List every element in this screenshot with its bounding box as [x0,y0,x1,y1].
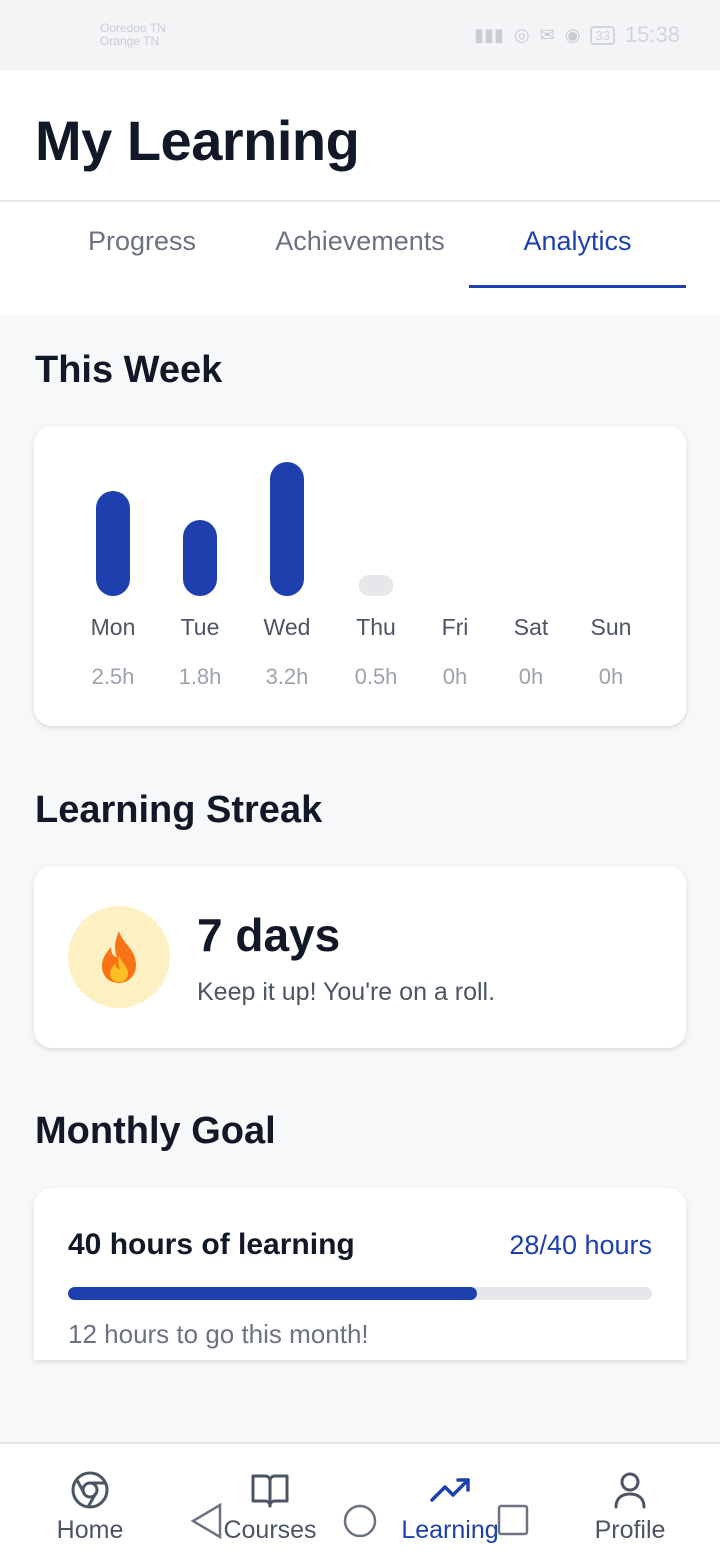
system-icons: ▮▮▮ ◎ ✉ ◉ 33 15:38 [474,22,680,48]
trending-up-icon [430,1478,470,1502]
day-label: Mon [90,614,136,640]
hours-label: 0h [518,664,544,689]
day-label: Sun [590,614,632,640]
page-title: My Learning [35,109,360,172]
carrier-info: Ooredoo TN Orange TN [100,22,190,48]
streak-message: Keep it up! You're on a roll. [197,978,496,1006]
carrier-2: Orange TN [100,34,160,48]
eye-icon: ◉ [564,24,581,45]
goal-progress-track [68,1287,652,1300]
day-label: Tue [180,614,220,640]
streak-title: Learning Streak [35,789,323,831]
nav-learning-label: Learning [401,1516,499,1544]
wifi-icon: ◎ [513,24,530,45]
bar-column-thu: Thu 0.5h [336,426,416,726]
bar-column-sun: Sun 0h [571,426,651,726]
bottom-nav: Home Courses Learning Profile [0,1442,720,1560]
book-icon [251,1474,289,1508]
flame-icon [102,931,136,983]
user-icon [614,1472,646,1509]
mail-icon: ✉ [539,24,555,45]
home-circle-icon[interactable] [342,1503,378,1539]
status-bar: Ooredoo TN Orange TN ▮▮▮ ◎ ✉ ◉ 33 15:38 [0,0,720,70]
nav-courses[interactable]: Courses [180,1444,360,1560]
day-label: Fri [441,614,469,640]
tab-analytics[interactable]: Analytics [469,226,686,288]
bar-column-tue: Tue 1.8h [160,426,240,726]
hours-label: 0h [442,664,468,689]
bar-thu [359,575,393,596]
monthly-goal-card: 40 hours of learning 28/40 hours 12 hour… [34,1188,686,1360]
hours-label: 0.5h [354,664,398,689]
nav-profile-label: Profile [594,1516,666,1544]
tab-progress[interactable]: Progress [34,226,250,288]
nav-home[interactable]: Home [0,1444,180,1560]
app-header: My Learning [0,70,720,202]
tab-achievements[interactable]: Achievements [252,226,468,288]
day-label: Thu [356,614,396,640]
bar-column-sat: Sat 0h [491,426,571,726]
weekly-chart-card: Mon 2.5h Tue 1.8h Wed 3.2h Thu 0.5h Fri 0h Sat 0h Su… [34,426,686,726]
nav-learning[interactable]: Learning [360,1444,540,1560]
back-icon[interactable] [190,1503,224,1539]
bar-column-wed: Wed 3.2h [247,426,327,726]
goal-remaining: 12 hours to go this month! [68,1319,369,1349]
bar-wed [270,461,304,596]
recents-icon[interactable] [496,1503,530,1537]
hours-label: 3.2h [265,664,309,689]
goal-label: 40 hours of learning [68,1228,355,1261]
clock: 15:38 [624,22,680,47]
signal-icon: ▮▮▮ [474,24,504,45]
hours-label: 2.5h [91,664,135,689]
this-week-title: This Week [35,349,223,391]
nav-courses-label: Courses [223,1516,317,1544]
nav-profile[interactable]: Profile [540,1444,720,1560]
bar-tue [183,520,217,596]
battery-icon: 33 [590,25,615,45]
day-label: Sat [513,614,549,640]
bar-mon [96,491,130,596]
bar-column-mon: Mon 2.5h [73,426,153,726]
day-label: Wed [263,614,311,640]
hours-label: 0h [598,664,624,689]
chrome-icon [71,1471,109,1509]
monthly-goal-title: Monthly Goal [35,1110,276,1152]
goal-count: 28/40 hours [509,1230,652,1260]
streak-value: 7 days [197,909,341,961]
hours-label: 1.8h [178,664,222,689]
tab-bar: Progress Achievements Analytics [0,202,720,315]
goal-progress-fill [68,1287,477,1300]
flame-badge [68,906,170,1008]
bar-column-fri: Fri 0h [415,426,495,726]
nav-home-label: Home [56,1516,124,1544]
streak-card: 7 days Keep it up! You're on a roll. [34,866,686,1048]
